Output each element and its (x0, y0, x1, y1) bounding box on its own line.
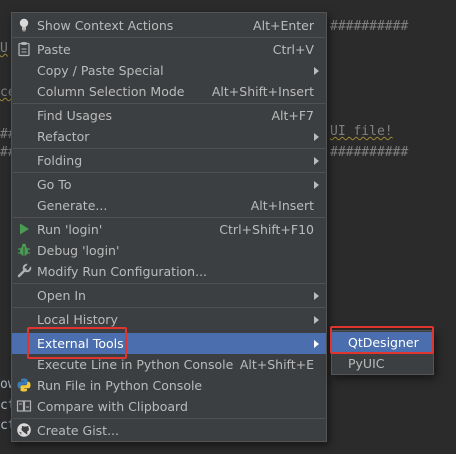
menu-item-label: Compare with Clipboard (37, 399, 188, 414)
menu-separator (13, 148, 325, 149)
menu-separator (13, 283, 325, 284)
menu-item-label: Refactor (37, 129, 90, 144)
menu-item-label: Copy / Paste Special (37, 63, 164, 78)
wrench-icon (16, 263, 32, 279)
menu-item-label: Go To (37, 177, 72, 192)
menu-item-label: Run File in Python Console (37, 378, 203, 393)
menu-item-label: Find Usages (37, 108, 113, 123)
run-icon (16, 221, 32, 237)
menu-item-label: Generate... (37, 198, 108, 213)
chevron-right-icon (314, 133, 319, 141)
menu-item-paste[interactable]: Paste Ctrl+V (12, 39, 326, 60)
menu-item-label: Create Gist... (37, 423, 120, 438)
chevron-right-icon (314, 181, 319, 189)
menu-item-label: Run 'login' (37, 222, 103, 237)
menu-item-label: Execute Line in Python Console (37, 357, 234, 372)
menu-item-open-in[interactable]: Open In (12, 285, 326, 306)
menu-item-shortcut: Alt+Shift+E (239, 357, 314, 372)
clipboard-icon (16, 41, 32, 57)
menu-item-copy-paste-special[interactable]: Copy / Paste Special (12, 60, 326, 81)
menu-item-shortcut: Alt+Enter (253, 18, 314, 33)
annotation-highlight-qtdesigner (330, 326, 434, 354)
menu-item-find-usages[interactable]: Find Usages Alt+F7 (12, 105, 326, 126)
github-icon (16, 422, 32, 438)
menu-item-debug[interactable]: Debug 'login' (12, 240, 326, 261)
debug-icon (16, 242, 32, 258)
editor-line-comment: ########## (330, 145, 409, 160)
chevron-right-icon (314, 316, 319, 324)
menu-item-label: Paste (37, 42, 71, 57)
annotation-highlight-external-tools (27, 327, 127, 359)
editor-line-comment: ########## (330, 19, 409, 34)
menu-separator (13, 103, 325, 104)
menu-item-label: Open In (37, 288, 86, 303)
menu-item-shortcut: Alt+Shift+Insert (211, 84, 314, 99)
menu-item-generate[interactable]: Generate... Alt+Insert (12, 195, 326, 216)
editor-context-menu: Show Context Actions Alt+Enter Paste Ctr… (11, 12, 327, 442)
compare-icon (16, 398, 32, 414)
menu-separator (13, 37, 325, 38)
menu-item-show-context-actions[interactable]: Show Context Actions Alt+Enter (12, 15, 326, 36)
editor-line-comment: UI file! (330, 124, 393, 139)
chevron-right-icon (314, 292, 319, 300)
menu-item-label: Local History (37, 312, 118, 327)
menu-item-refactor[interactable]: Refactor (12, 126, 326, 147)
menu-item-label: Folding (37, 153, 83, 168)
menu-item-label: Show Context Actions (37, 18, 174, 33)
python-icon (16, 377, 32, 393)
menu-item-run[interactable]: Run 'login' Ctrl+Shift+F10 (12, 219, 326, 240)
menu-item-column-selection-mode[interactable]: Column Selection Mode Alt+Shift+Insert (12, 81, 326, 102)
menu-separator (13, 172, 325, 173)
menu-item-go-to[interactable]: Go To (12, 174, 326, 195)
menu-item-shortcut: Alt+F7 (271, 108, 314, 123)
menu-separator (13, 418, 325, 419)
submenu-item-label: PyUIC (348, 356, 385, 371)
menu-item-label: Modify Run Configuration... (37, 264, 208, 279)
menu-separator (13, 217, 325, 218)
menu-item-label: Column Selection Mode (37, 84, 185, 99)
menu-item-shortcut: Alt+Insert (250, 198, 314, 213)
submenu-item-pyuic[interactable]: PyUIC (332, 353, 433, 374)
chevron-right-icon (314, 340, 319, 348)
chevron-right-icon (314, 157, 319, 165)
lightbulb-icon (16, 17, 32, 33)
menu-item-folding[interactable]: Folding (12, 150, 326, 171)
menu-separator (13, 307, 325, 308)
menu-item-compare-with-clipboard[interactable]: Compare with Clipboard (12, 396, 326, 417)
menu-item-shortcut: Ctrl+V (272, 42, 314, 57)
menu-item-run-file-in-python-console[interactable]: Run File in Python Console (12, 375, 326, 396)
editor-line-fragment: U (0, 41, 8, 56)
chevron-right-icon (314, 67, 319, 75)
menu-item-label: Debug 'login' (37, 243, 120, 258)
menu-item-create-gist[interactable]: Create Gist... (12, 420, 326, 441)
menu-item-modify-run-configuration[interactable]: Modify Run Configuration... (12, 261, 326, 282)
menu-item-shortcut: Ctrl+Shift+F10 (219, 222, 314, 237)
